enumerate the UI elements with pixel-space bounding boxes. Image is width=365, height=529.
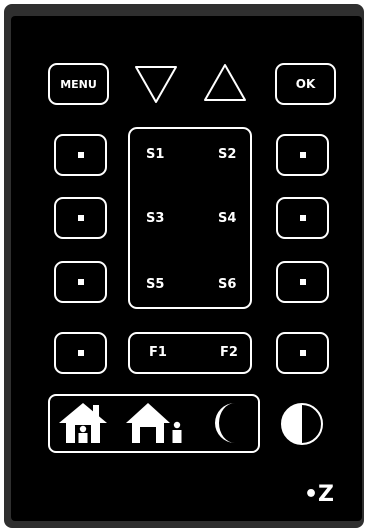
triangle-up-icon[interactable] <box>203 63 247 103</box>
moon-icon[interactable] <box>205 400 249 446</box>
scene-s2-label[interactable]: S2 <box>218 147 236 162</box>
scene-s4-label[interactable]: S4 <box>218 211 236 226</box>
ok-button[interactable]: OK <box>275 63 336 105</box>
button-dot <box>299 215 306 221</box>
side-button-right-1[interactable] <box>276 134 329 176</box>
ok-button-label: OK <box>295 77 316 91</box>
half-circle-icon[interactable] <box>279 401 327 447</box>
menu-button[interactable]: MENU <box>48 63 109 105</box>
button-dot <box>299 350 306 356</box>
triangle-down-icon[interactable] <box>134 65 178 105</box>
side-button-right-2[interactable] <box>276 197 329 239</box>
button-dot <box>77 152 84 158</box>
button-dot <box>299 152 306 158</box>
scene-s3-label[interactable]: S3 <box>146 211 164 226</box>
side-button-right-4[interactable] <box>276 332 329 374</box>
scene-s5-label[interactable]: S5 <box>146 277 164 292</box>
function-f1-label[interactable]: F1 <box>149 345 167 360</box>
menu-button-label: MENU <box>60 77 97 91</box>
side-button-left-3[interactable] <box>54 261 107 303</box>
side-button-right-3[interactable] <box>276 261 329 303</box>
brand-logo-text: •Z <box>304 482 335 507</box>
function-f2-label[interactable]: F2 <box>220 345 238 360</box>
side-button-left-2[interactable] <box>54 197 107 239</box>
home-away-icon[interactable] <box>124 401 190 445</box>
button-dot <box>299 279 306 285</box>
side-button-left-1[interactable] <box>54 134 107 176</box>
scene-s6-label[interactable]: S6 <box>218 277 236 292</box>
home-icon[interactable] <box>57 401 109 445</box>
side-button-left-4[interactable] <box>54 332 107 374</box>
button-dot <box>77 215 84 221</box>
scene-s1-label[interactable]: S1 <box>146 147 164 162</box>
brand-logo: •Z <box>304 484 334 506</box>
button-dot <box>77 279 84 285</box>
button-dot <box>77 350 84 356</box>
